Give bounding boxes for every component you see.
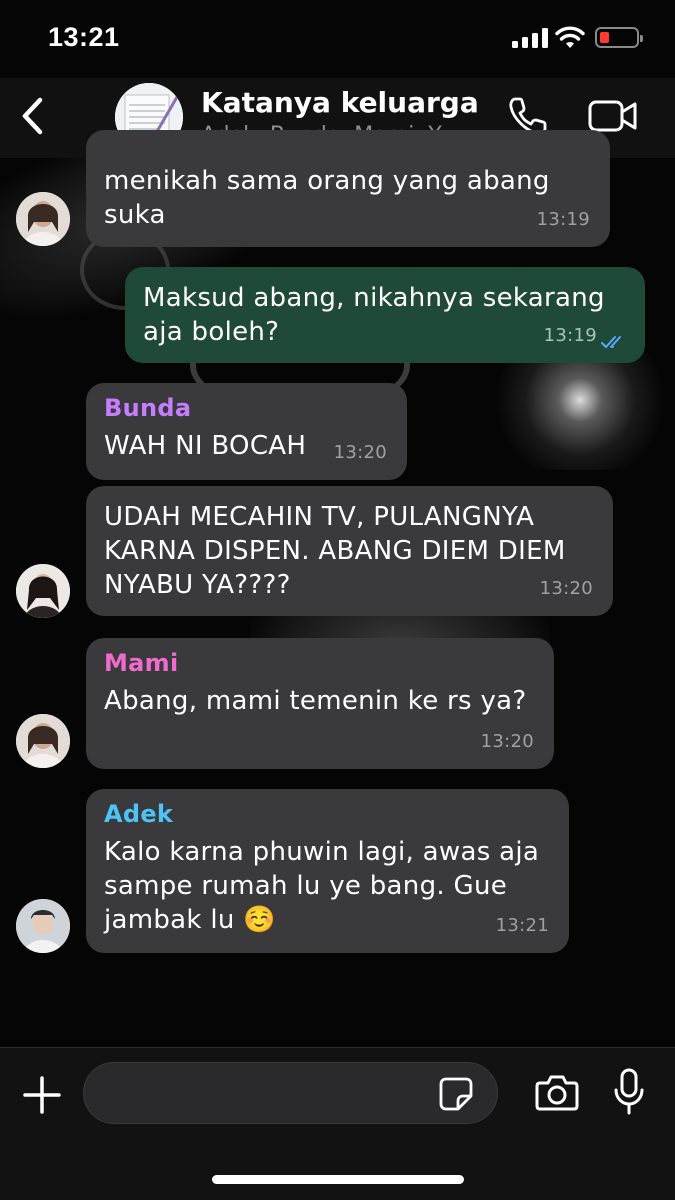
- message-text-line: Maksud abang, nikahnya sekarang: [143, 283, 605, 313]
- message-text-line: sampe rumah lu ye bang. Gue: [104, 871, 508, 901]
- read-receipt-icon: [601, 336, 621, 349]
- message-text-line: NYABU YA????: [104, 570, 291, 600]
- message-text-line: KARNA DISPEN. ABANG DIEM DIEM: [104, 536, 566, 566]
- battery-icon: [595, 27, 643, 48]
- status-bar: 13:21: [0, 0, 675, 78]
- message-time: 13:19: [536, 209, 590, 230]
- sender-name-bunda[interactable]: Bunda: [104, 393, 389, 423]
- sender-avatar[interactable]: [16, 714, 70, 768]
- message-time: 13:20: [333, 442, 387, 463]
- message-bubble[interactable]: Adek Kalo karna phuwin lagi, awas aja sa…: [86, 789, 569, 953]
- home-indicator[interactable]: [212, 1175, 464, 1184]
- camera-icon[interactable]: [535, 1072, 579, 1112]
- message-composer-bar: [0, 1047, 675, 1200]
- message-text-line: menikah sama orang yang abang: [104, 166, 550, 196]
- sender-name-mami[interactable]: Mami: [104, 648, 536, 678]
- message-bubble[interactable]: menikah sama orang yang abang suka 13:19: [86, 130, 610, 247]
- message-time: 13:21: [495, 915, 549, 936]
- microphone-icon[interactable]: [612, 1068, 646, 1116]
- wifi-icon: [555, 26, 585, 48]
- message-text-line: suka: [104, 200, 166, 230]
- back-chevron-icon[interactable]: [16, 94, 48, 138]
- message-text-line: jambak lu ☺️: [104, 905, 276, 935]
- message-time: 13:20: [480, 731, 534, 752]
- outgoing-message-bubble[interactable]: Maksud abang, nikahnya sekarang aja bole…: [125, 267, 645, 363]
- sticker-icon[interactable]: [438, 1076, 474, 1112]
- sender-avatar[interactable]: [16, 899, 70, 953]
- message-input[interactable]: [83, 1062, 498, 1124]
- message-text-line: UDAH MECAHIN TV, PULANGNYA: [104, 502, 535, 532]
- message-time: 13:20: [539, 578, 593, 599]
- cellular-signal-icon: [512, 28, 548, 48]
- sender-name-adek[interactable]: Adek: [104, 799, 551, 829]
- video-call-icon[interactable]: [588, 98, 638, 134]
- chat-title[interactable]: Katanya keluarga: [201, 86, 479, 119]
- message-text-line: Kalo karna phuwin lagi, awas aja: [104, 837, 540, 867]
- plus-icon[interactable]: [22, 1075, 62, 1115]
- sender-avatar[interactable]: [16, 192, 70, 246]
- message-text-line: Abang, mami temenin ke rs ya?: [104, 686, 527, 716]
- message-bubble[interactable]: UDAH MECAHIN TV, PULANGNYA KARNA DISPEN.…: [86, 486, 613, 616]
- sender-avatar[interactable]: [16, 564, 70, 618]
- status-time: 13:21: [48, 22, 120, 52]
- message-time: 13:19: [543, 325, 597, 346]
- message-bubble[interactable]: Mami Abang, mami temenin ke rs ya? 13:20: [86, 638, 554, 769]
- message-bubble[interactable]: Bunda WAH NI BOCAH 13:20: [86, 383, 407, 480]
